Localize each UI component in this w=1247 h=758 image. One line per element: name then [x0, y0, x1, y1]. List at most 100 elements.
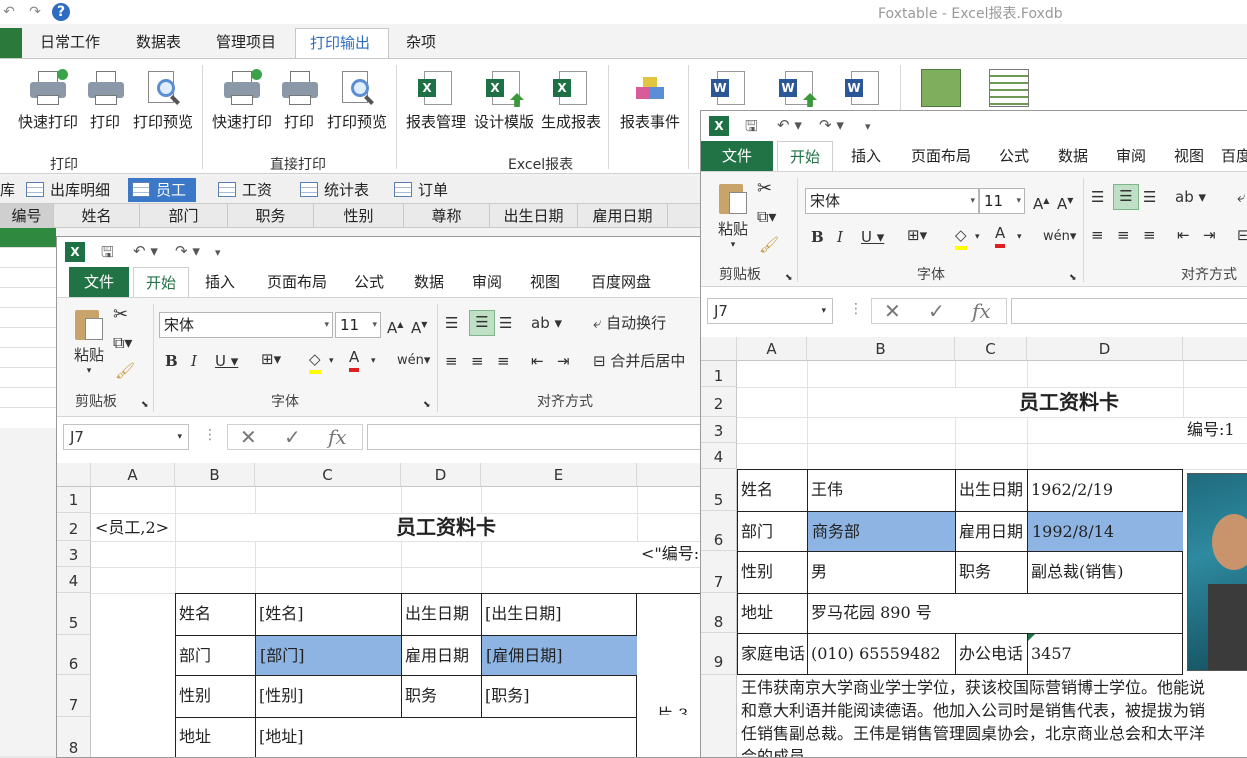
orientation-icon[interactable]: ab ▾	[1175, 186, 1206, 208]
tab-print-output[interactable]: 打印输出	[295, 28, 389, 58]
align-right-icon[interactable]: ≡	[497, 350, 510, 372]
value-dept[interactable]: 商务部	[808, 512, 955, 551]
sheet-tab-salary[interactable]: 工资	[214, 178, 272, 202]
tab-file[interactable]: 文件	[701, 141, 773, 171]
save-icon[interactable]: 🖫	[745, 116, 758, 141]
label-home-phone[interactable]: 家庭电话	[737, 633, 807, 675]
value-home-phone[interactable]: (010) 65559482	[807, 633, 955, 675]
formula-input[interactable]	[367, 424, 701, 450]
undo-icon[interactable]: ↶	[0, 3, 18, 21]
list-tool-button[interactable]	[984, 69, 1034, 111]
sheet-tab-orders[interactable]: 订单	[390, 178, 448, 202]
tab-formulas[interactable]: 公式	[989, 141, 1039, 171]
word-template-button[interactable]: W	[772, 69, 822, 111]
copy-icon[interactable]: ⧉▾	[757, 206, 776, 228]
underline-icon[interactable]: U ▾	[861, 226, 884, 248]
dialog-launcher-icon[interactable]: ⬊	[1069, 267, 1077, 289]
insert-function-icon[interactable]: fx	[328, 425, 347, 449]
redo-icon[interactable]: ↷	[26, 3, 44, 21]
select-all-corner[interactable]	[701, 337, 737, 361]
col-header[interactable]: 性别	[314, 204, 404, 228]
undo-icon[interactable]: ↶ ▾	[133, 242, 158, 260]
enter-icon[interactable]: ✓	[928, 299, 945, 323]
tab-view[interactable]: 视图	[1165, 141, 1213, 171]
word-generate-button[interactable]: W	[838, 69, 888, 111]
decrease-indent-icon[interactable]: ⇤	[531, 350, 544, 372]
insert-function-icon[interactable]: fx	[972, 299, 991, 323]
tab-data[interactable]: 数据	[1049, 141, 1097, 171]
label-job[interactable]: 职务	[955, 551, 1027, 593]
enter-icon[interactable]: ✓	[284, 425, 301, 449]
decrease-indent-icon[interactable]: ⇤	[1177, 224, 1190, 246]
column-header[interactable]: A	[737, 337, 807, 361]
font-color-icon[interactable]: A	[995, 222, 1006, 248]
row-header[interactable]: 5	[57, 593, 91, 635]
align-middle-icon[interactable]: ☰	[1113, 184, 1139, 210]
tab-insert[interactable]: 插入	[195, 267, 245, 297]
value-address[interactable]: 罗马花园 890 号	[807, 593, 1183, 633]
dialog-launcher-icon[interactable]: ⬊	[423, 394, 431, 416]
cut-icon[interactable]: ✂	[113, 304, 128, 326]
phonetic-icon[interactable]: wén▾	[397, 350, 430, 372]
cell-a2[interactable]: <员工,2>	[91, 515, 175, 541]
fill-color-icon[interactable]: ◇	[309, 348, 321, 374]
row-header[interactable]: 7	[57, 675, 91, 717]
row-header[interactable]: 8	[701, 593, 737, 633]
increase-font-icon[interactable]: A▲	[387, 314, 403, 339]
merge-center-button[interactable]: ⊟ 合并后居中	[593, 350, 685, 372]
row-header[interactable]: 1	[57, 487, 91, 513]
wrap-text-icon[interactable]: ⤶	[1237, 186, 1245, 208]
row-header[interactable]: 1	[701, 361, 737, 387]
name-box[interactable]: J7 ▾	[707, 298, 833, 324]
value-job[interactable]: [职务]	[481, 675, 637, 717]
align-middle-icon[interactable]: ☰	[469, 310, 495, 336]
bold-icon[interactable]: B	[165, 350, 178, 372]
column-header[interactable]: D	[401, 463, 481, 487]
tab-daily-work[interactable]: 日常工作	[26, 28, 114, 58]
sheet-tab-outbound[interactable]: 出库明细	[22, 178, 110, 202]
column-header[interactable]	[637, 463, 701, 487]
tab-formulas[interactable]: 公式	[345, 267, 393, 297]
font-size-combo[interactable]: 11 ▾	[335, 312, 381, 338]
value-hire[interactable]: 1992/8/14	[1028, 512, 1183, 551]
cell-number-template[interactable]: <"编号:	[637, 541, 701, 567]
column-header[interactable]	[1183, 337, 1247, 361]
row-header[interactable]: 6	[701, 511, 737, 551]
column-header[interactable]: B	[175, 463, 255, 487]
tab-insert[interactable]: 插入	[841, 141, 891, 171]
value-hire[interactable]: [雇佣日期]	[482, 636, 637, 675]
label-name[interactable]: 姓名	[737, 469, 807, 511]
value-name[interactable]: [姓名]	[255, 593, 401, 635]
select-all-corner[interactable]	[57, 463, 91, 487]
tab-home[interactable]: 开始	[777, 141, 833, 171]
cancel-icon[interactable]: ✕	[884, 299, 901, 323]
label-birth[interactable]: 出生日期	[955, 469, 1027, 511]
align-top-icon[interactable]: ☰	[1091, 186, 1104, 208]
column-header[interactable]: A	[91, 463, 175, 487]
print-button[interactable]: 打印	[86, 69, 124, 132]
align-center-icon[interactable]: ≡	[471, 350, 484, 372]
label-hire[interactable]: 雇用日期	[955, 512, 1027, 551]
design-template-button[interactable]: X 设计模版	[472, 69, 536, 132]
row-header[interactable]: 2	[57, 513, 91, 541]
label-job[interactable]: 职务	[401, 675, 481, 717]
label-address[interactable]: 地址	[737, 593, 807, 633]
column-header[interactable]: C	[955, 337, 1027, 361]
label-dept[interactable]: 部门	[737, 512, 807, 551]
help-icon[interactable]: ?	[52, 3, 70, 21]
tab-data[interactable]: 数据	[405, 267, 453, 297]
font-color-icon[interactable]: A	[349, 346, 360, 372]
column-header[interactable]: D	[1027, 337, 1183, 361]
row-header[interactable]: 5	[701, 469, 737, 511]
tab-view[interactable]: 视图	[521, 267, 569, 297]
direct-print-button[interactable]: 打印	[280, 69, 318, 132]
increase-indent-icon[interactable]: ⇥	[1203, 224, 1216, 246]
align-left-icon[interactable]: ≡	[1091, 224, 1104, 246]
row-header[interactable]: 3	[701, 417, 737, 443]
italic-icon[interactable]: I	[191, 350, 197, 372]
column-header[interactable]: C	[255, 463, 401, 487]
redo-icon[interactable]: ↷ ▾	[819, 116, 844, 134]
formula-input[interactable]	[1011, 298, 1247, 324]
direct-print-preview-button[interactable]: 打印预览	[325, 69, 389, 132]
decrease-font-icon[interactable]: A▼	[411, 314, 427, 339]
